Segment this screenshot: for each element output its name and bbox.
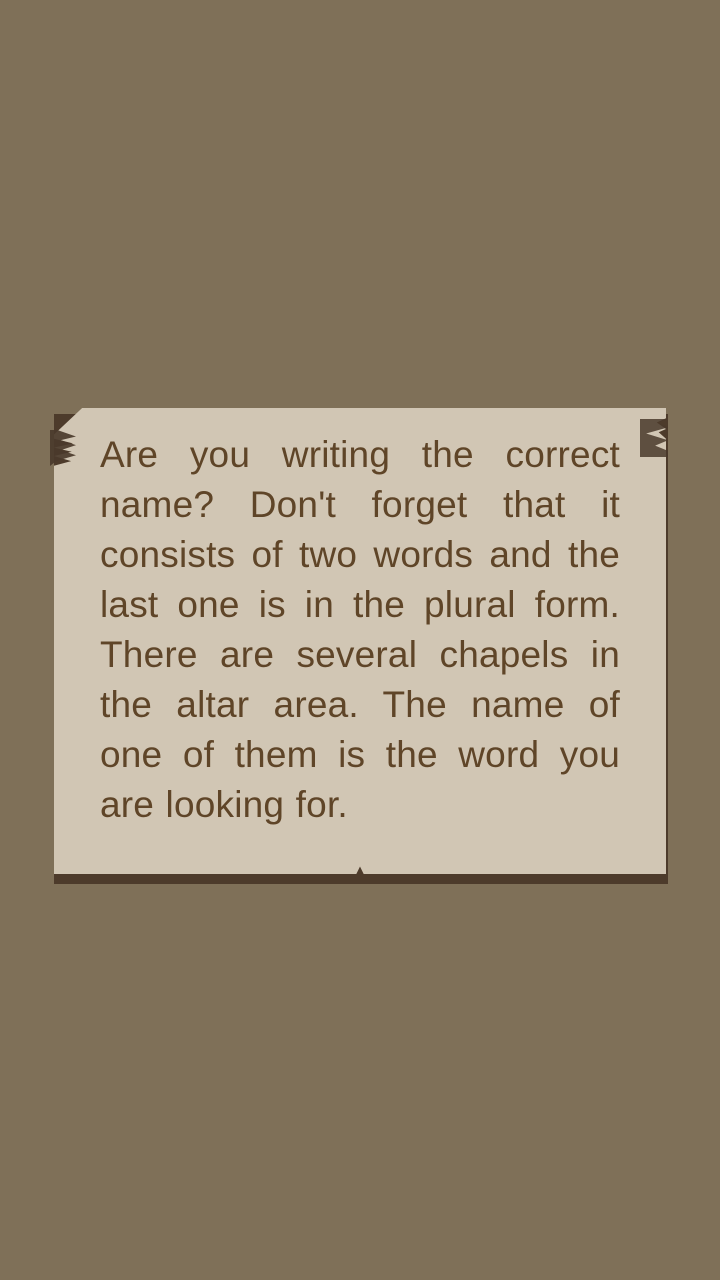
game-screen: Are you writing the correct name? Don't … xyxy=(0,0,720,1280)
hint-message: Are you writing the correct name? Don't … xyxy=(100,434,620,825)
